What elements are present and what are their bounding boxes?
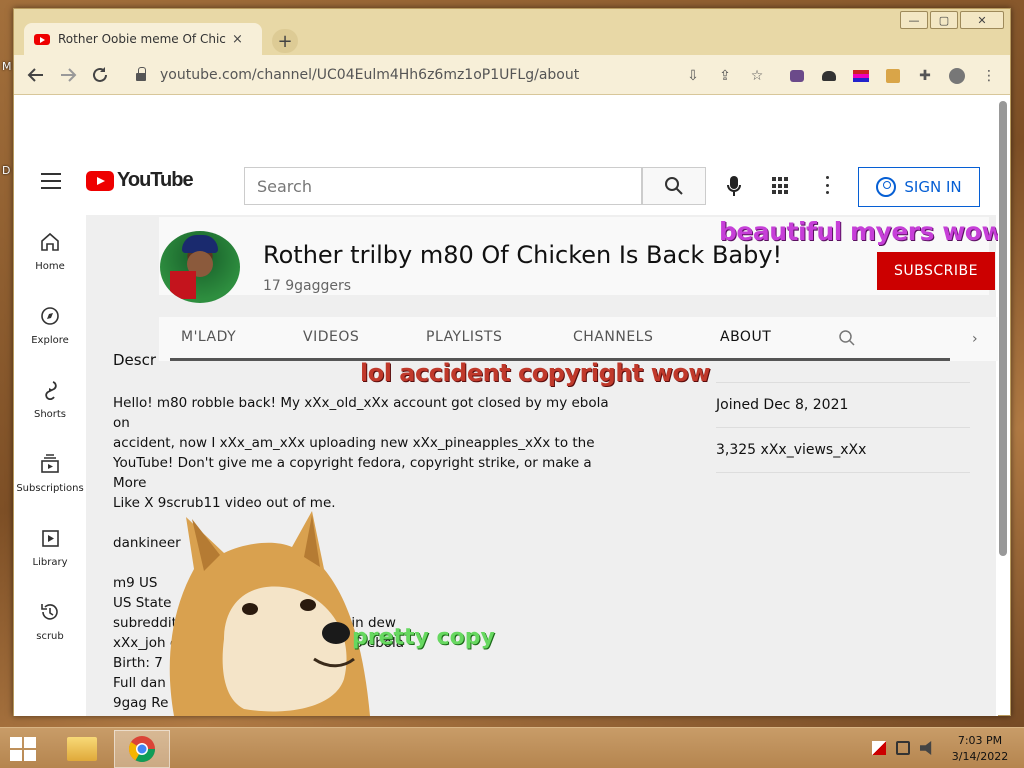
browser-toolbar: youtube.com/channel/UC04Eulm4Hh6z6mz1oP1… <box>14 55 1010 95</box>
search-icon <box>665 177 683 195</box>
settings-menu-icon[interactable] <box>826 176 830 194</box>
page-viewport: YouTube Search SIGN IN Home Explore Shor… <box>14 95 998 716</box>
tab-playlists[interactable]: PLAYLISTS <box>426 329 502 345</box>
reload-button[interactable] <box>88 63 112 87</box>
clock-time: 7:03 PM <box>957 734 1003 747</box>
sidebar-label: Subscriptions <box>16 483 84 494</box>
url-text: youtube.com/channel/UC04Eulm4Hh6z6mz1oP1… <box>160 67 580 83</box>
search-input[interactable]: Search <box>244 167 642 205</box>
channel-name: Rother trilby m80 Of Chicken Is Back Bab… <box>263 241 783 269</box>
channel-stats: Joined Dec 8, 2021 3,325 xXx_views_xXx <box>716 351 970 473</box>
stats-divider <box>716 351 970 383</box>
sidebar-item-explore[interactable]: Explore <box>14 297 86 367</box>
back-button[interactable] <box>24 63 48 87</box>
close-tab-icon[interactable]: × <box>232 32 243 47</box>
chrome-icon <box>128 736 156 763</box>
network-icon[interactable] <box>896 741 910 755</box>
sidebar-label: Shorts <box>33 409 67 420</box>
youtube-play-icon <box>86 170 114 191</box>
close-window-button[interactable]: ✕ <box>960 11 1004 29</box>
meme-caption: pretty copy <box>352 625 495 650</box>
sidebar-label: scrub <box>36 631 64 642</box>
window-controls: — ▢ ✕ <box>900 11 1004 29</box>
page-scrollbar[interactable] <box>999 101 1007 556</box>
action-center-flag-icon[interactable] <box>872 741 886 755</box>
extension-icon[interactable] <box>884 69 902 83</box>
bookmark-star-icon[interactable]: ☆ <box>748 68 766 84</box>
sign-in-label: SIGN IN <box>904 178 962 196</box>
volume-muted-icon[interactable] <box>920 741 932 755</box>
view-count: 3,325 xXx_views_xXx <box>716 428 970 473</box>
youtube-wordmark: YouTube <box>117 169 194 191</box>
browser-tab[interactable]: Rother Oobie meme Of Chicken I × <box>24 23 262 55</box>
subscribe-button[interactable]: SUBSCRIBE <box>877 252 995 290</box>
file-explorer-button[interactable] <box>54 730 110 768</box>
sidebar-item-history[interactable]: scrub <box>14 593 86 663</box>
maximize-button[interactable]: ▢ <box>930 11 958 29</box>
meme-caption: beautiful myers wow <box>719 217 998 246</box>
youtube-logo[interactable]: YouTube <box>86 169 194 192</box>
account-icon <box>876 177 897 197</box>
subscriber-count: 17 9gaggers <box>263 278 352 294</box>
extension-icon[interactable] <box>820 69 838 83</box>
meme-caption: lol accident copyright wow <box>360 359 711 387</box>
tab-channels[interactable]: CHANNELS <box>573 329 653 345</box>
taskbar: 7:03 PM 3/14/2022 <box>0 727 1024 768</box>
minimize-button[interactable]: — <box>900 11 928 29</box>
joined-date: Joined Dec 8, 2021 <box>716 383 970 428</box>
lock-icon <box>136 67 146 81</box>
sidebar-item-home[interactable]: Home <box>14 223 86 293</box>
sidebar-label: Explore <box>31 335 69 346</box>
start-button[interactable] <box>10 737 36 761</box>
sidebar-item-library[interactable]: Library <box>14 519 86 589</box>
description-heading: Descr <box>113 351 157 369</box>
desktop-icon-label: D <box>2 164 11 177</box>
desktop-icon-label: M <box>2 60 12 73</box>
doge-image <box>164 509 372 716</box>
sidebar-label: Library <box>32 557 68 568</box>
tab-title: Rother Oobie meme Of Chicken I <box>58 32 226 46</box>
extension-icon[interactable] <box>852 69 870 83</box>
system-tray <box>872 741 934 755</box>
chevron-right-icon[interactable]: › <box>972 331 978 347</box>
profile-icon[interactable] <box>948 68 966 84</box>
folder-icon <box>67 737 97 761</box>
sidebar-label: Home <box>35 261 65 272</box>
clock-date: 3/14/2022 <box>951 750 1009 763</box>
chrome-taskbar-button[interactable] <box>114 730 170 768</box>
subscriptions-icon <box>39 453 61 475</box>
share-icon[interactable]: ⇪ <box>716 68 734 84</box>
browser-window: — ▢ ✕ Rother Oobie meme Of Chicken I × +… <box>13 8 1011 716</box>
browser-chrome: — ▢ ✕ Rother Oobie meme Of Chicken I × +… <box>14 9 1010 95</box>
home-icon <box>39 231 61 253</box>
tab-about[interactable]: ABOUT <box>720 329 771 345</box>
shorts-icon <box>39 379 61 401</box>
youtube-masthead: YouTube Search SIGN IN <box>14 151 998 215</box>
install-icon[interactable]: ⇩ <box>684 68 702 84</box>
hamburger-menu-icon[interactable] <box>41 173 61 189</box>
apps-grid-icon[interactable] <box>772 177 790 195</box>
history-icon <box>39 601 61 623</box>
library-icon <box>39 527 61 549</box>
system-clock[interactable]: 7:03 PM 3/14/2022 <box>950 733 1010 765</box>
tab-mlady[interactable]: M'LADY <box>181 329 236 345</box>
forward-button[interactable] <box>56 63 80 87</box>
microphone-icon[interactable] <box>723 175 745 197</box>
youtube-sidebar: Home Explore Shorts Subscriptions Librar… <box>14 215 86 716</box>
extension-icon[interactable] <box>788 69 806 83</box>
sidebar-item-subscriptions[interactable]: Subscriptions <box>14 445 86 515</box>
extensions-puzzle-icon[interactable]: ✚ <box>916 68 934 84</box>
new-tab-button[interactable]: + <box>272 29 298 53</box>
tab-videos[interactable]: VIDEOS <box>303 329 359 345</box>
menu-dots-icon[interactable]: ⋮ <box>980 68 998 84</box>
channel-avatar[interactable] <box>160 231 240 303</box>
channel-search-icon[interactable] <box>838 329 856 347</box>
explore-icon <box>39 305 61 327</box>
youtube-favicon-icon <box>34 33 50 45</box>
sidebar-item-shorts[interactable]: Shorts <box>14 371 86 441</box>
sign-in-button[interactable]: SIGN IN <box>858 167 980 207</box>
search-button[interactable] <box>642 167 706 205</box>
